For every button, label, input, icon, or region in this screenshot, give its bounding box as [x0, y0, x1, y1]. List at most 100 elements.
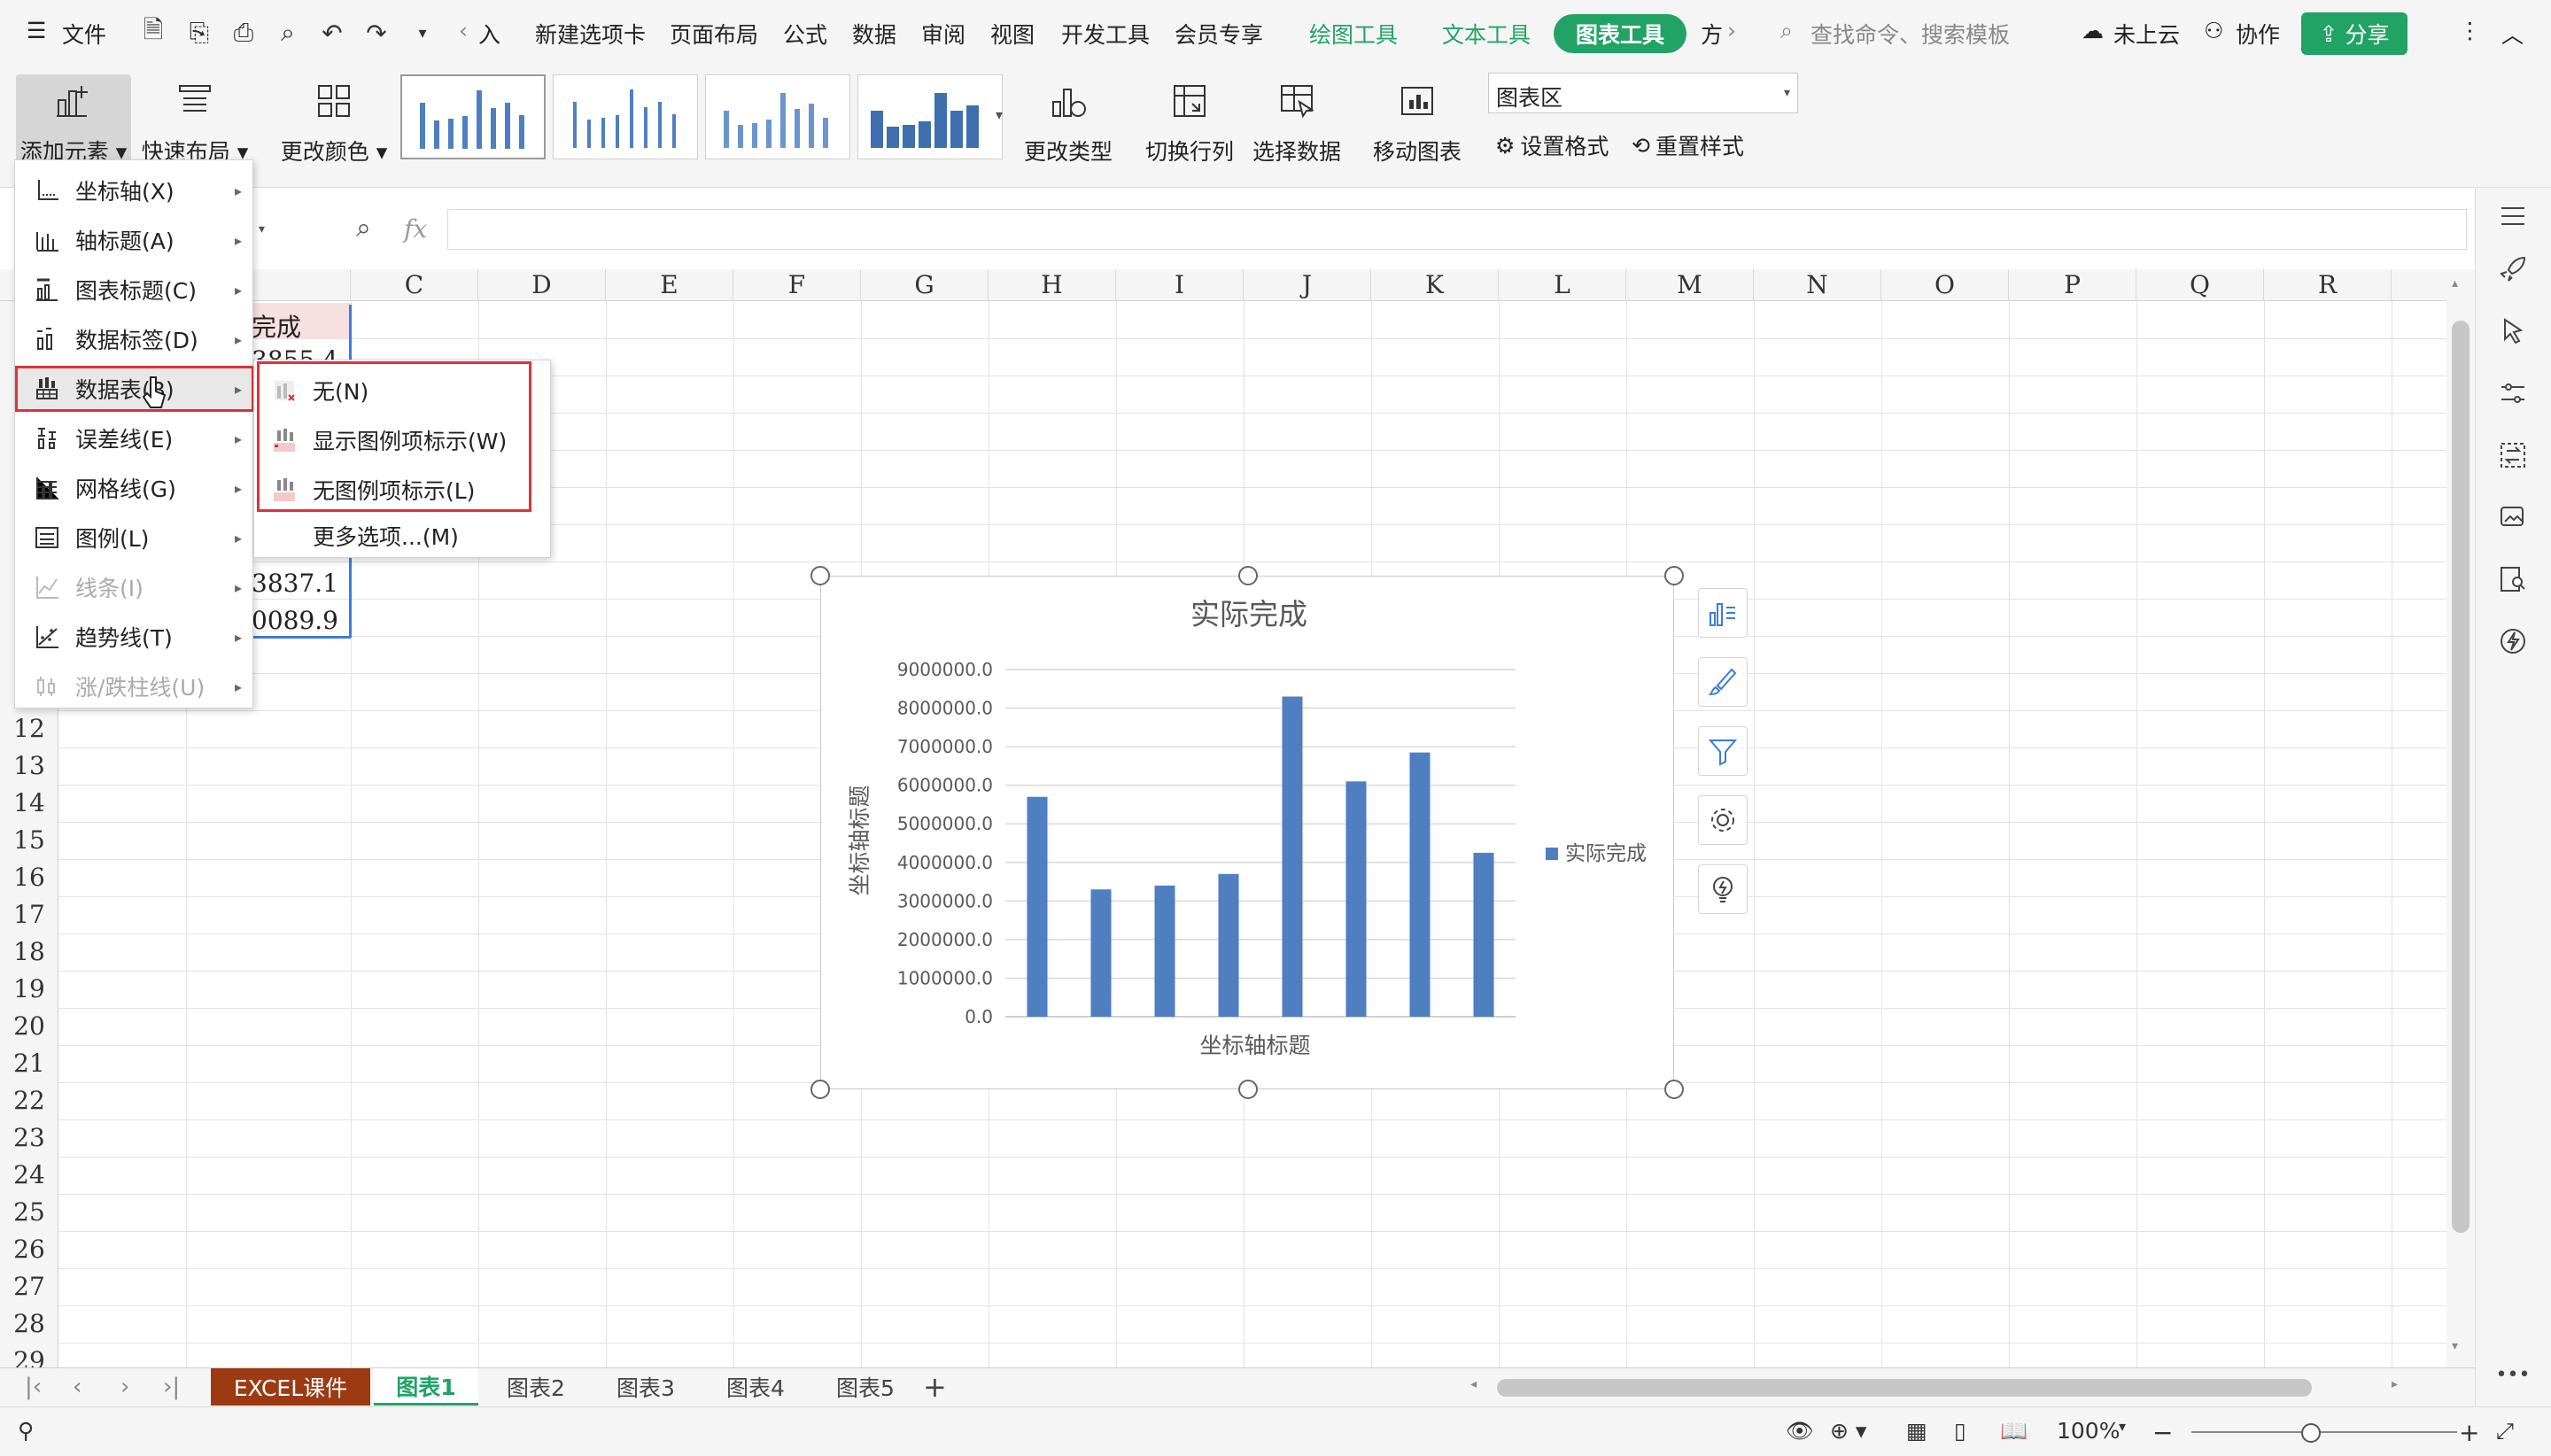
chart-styles-more-icon[interactable]: ▾ [996, 106, 1003, 123]
chart-title[interactable]: 实际完成 [1190, 597, 1307, 631]
tab-view[interactable]: 视图 [990, 18, 1035, 50]
chart-bar[interactable] [1027, 796, 1048, 1017]
smart-suggest-button[interactable] [1698, 864, 1748, 914]
first-sheet-icon[interactable]: |‹ [25, 1374, 42, 1400]
chart-style-thumb-1[interactable] [400, 74, 546, 159]
collapse-sidebar-icon[interactable] [2495, 198, 2531, 234]
resize-handle-br[interactable] [1664, 1080, 1684, 1099]
row-19-header[interactable]: 19 [0, 974, 58, 1003]
chart-bar[interactable] [1090, 889, 1112, 1017]
column-o-header[interactable]: O [1881, 269, 2009, 301]
resize-handle-bm[interactable] [1238, 1080, 1258, 1099]
cloud-icon[interactable]: ☁ [2082, 18, 2104, 43]
column-n-header[interactable]: N [1754, 269, 1881, 301]
redo-icon[interactable]: ↷ [361, 18, 392, 48]
resize-handle-tm[interactable] [1238, 566, 1258, 585]
collab-icon[interactable]: ⚇ [2204, 18, 2223, 43]
tab-drawing-tools[interactable]: 绘图工具 [1309, 18, 1398, 50]
column-c-header[interactable]: C [351, 269, 478, 301]
chart-bar[interactable] [1345, 781, 1367, 1017]
row-17-header[interactable]: 17 [0, 900, 58, 929]
column-m-header[interactable]: M [1626, 269, 1754, 301]
name-box-dropdown-icon[interactable]: ▾ [259, 209, 276, 250]
menu-item-gridlines[interactable]: 网格线(G) ▸ [15, 465, 254, 511]
menu-item-data-table[interactable]: 数据表(B) ▸ [15, 366, 254, 412]
row-22-header[interactable]: 22 [0, 1086, 58, 1115]
row-14-header[interactable]: 14 [0, 788, 58, 817]
zoom-formula-icon[interactable]: ⌕ [356, 213, 371, 244]
submenu-item-more-options[interactable]: 更多选项...(M) [254, 511, 552, 561]
zoom-in-icon[interactable]: + [2459, 1418, 2479, 1447]
chart-style-button[interactable] [1698, 657, 1748, 707]
chart-style-thumb-4[interactable] [857, 74, 1003, 159]
row-23-header[interactable]: 23 [0, 1123, 58, 1152]
row-27-header[interactable]: 27 [0, 1272, 58, 1301]
tab-page-layout[interactable]: 页面布局 [670, 18, 758, 50]
column-d-header[interactable]: D [478, 269, 606, 301]
column-g-header[interactable]: G [861, 269, 989, 301]
page-break-view-icon[interactable]: 📖 [2000, 1418, 2028, 1444]
zoom-out-icon[interactable]: − [2152, 1418, 2173, 1447]
swap-icon[interactable] [2495, 438, 2531, 473]
tab-developer[interactable]: 开发工具 [1061, 18, 1150, 50]
menu-item-axis[interactable]: 坐标轴(X) ▸ [15, 167, 254, 213]
tab-truncated-right[interactable]: 方 [1701, 18, 1723, 50]
freeze-view-icon[interactable]: ⊕ ▾ [1830, 1418, 1866, 1444]
fx-icon[interactable]: fx [404, 214, 427, 244]
tab-text-tools[interactable]: 文本工具 [1442, 18, 1531, 50]
row-24-header[interactable]: 24 [0, 1160, 58, 1189]
chart-bar[interactable] [1409, 752, 1431, 1017]
tab-review[interactable]: 审阅 [921, 18, 965, 50]
zoom-slider-handle[interactable] [2301, 1423, 2321, 1443]
menu-item-error-bar[interactable]: 误差线(E) ▸ [15, 415, 254, 461]
book-search-icon[interactable] [2495, 561, 2531, 597]
search-icon[interactable]: ⌕ [1780, 18, 1793, 44]
formula-input[interactable] [447, 209, 2467, 250]
switch-rowcol-button[interactable]: 切换行列 [1141, 74, 1238, 181]
chart-area-combo[interactable]: 图表区 ▾ [1488, 73, 1798, 113]
select-data-button[interactable]: 选择数据 [1247, 74, 1346, 181]
chart-bar[interactable] [1154, 885, 1175, 1017]
row-26-header[interactable]: 26 [0, 1235, 58, 1264]
next-sheet-icon[interactable]: › [120, 1374, 129, 1400]
cloud-status[interactable]: 未上云 [2113, 18, 2180, 50]
cell-b9[interactable]: 0089.9 [252, 606, 338, 635]
horizontal-scroll-thumb[interactable] [1497, 1379, 2312, 1397]
chart-bar[interactable] [1282, 696, 1303, 1017]
vertical-scrollbar[interactable]: ▴ ▾ [2446, 269, 2475, 1367]
chart-style-thumb-3[interactable] [705, 74, 850, 159]
pointer-icon[interactable] [2495, 314, 2531, 349]
column-r-header[interactable]: R [2264, 269, 2392, 301]
menu-item-data-label[interactable]: 数据标签(D) ▸ [15, 316, 254, 362]
scroll-down-icon[interactable]: ▾ [2452, 1339, 2458, 1353]
menu-file[interactable]: 文件 [62, 18, 106, 50]
x-axis-title[interactable]: 坐标轴标题 [1199, 1033, 1310, 1058]
change-type-button[interactable]: 更改类型 [1017, 74, 1120, 181]
search-input[interactable]: 查找命令、搜索模板 [1811, 18, 2010, 50]
sheet-tab-chart3[interactable]: 图表3 [593, 1368, 698, 1406]
sheet-tab-excel[interactable]: EXCEL课件 [211, 1368, 370, 1406]
last-sheet-icon[interactable]: ›| [163, 1374, 180, 1400]
lightning-icon[interactable] [2495, 623, 2531, 659]
tab-new[interactable]: 新建选项卡 [535, 18, 646, 50]
tabs-scroll-left-icon[interactable]: ‹ [459, 18, 468, 43]
reset-style-button[interactable]: ⟲ 重置样式 [1632, 129, 1744, 161]
sheet-tab-chart1[interactable]: 图表1 [374, 1368, 478, 1406]
tab-data[interactable]: 数据 [852, 18, 896, 50]
tab-formulas[interactable]: 公式 [783, 18, 827, 50]
move-chart-button[interactable]: 移动图表 [1368, 74, 1467, 181]
tab-chart-tools[interactable]: 图表工具 [1554, 14, 1686, 53]
menu-item-legend[interactable]: 图例(L) ▸ [15, 515, 254, 561]
chart-elements-button[interactable] [1698, 588, 1748, 638]
cell-b8[interactable]: 3837.1 [252, 569, 338, 598]
chart-style-thumb-2[interactable] [553, 74, 698, 159]
share-button[interactable]: ⇪ 分享 [2301, 12, 2408, 55]
save-icon[interactable]: 🗎 [138, 15, 168, 48]
prev-sheet-icon[interactable]: ‹ [73, 1374, 81, 1400]
menu-item-axis-title[interactable]: 轴标题(A) ▸ [15, 217, 254, 263]
resize-handle-bl[interactable] [810, 1080, 830, 1099]
row-16-header[interactable]: 16 [0, 863, 58, 892]
zoom-level[interactable]: 100% [2057, 1418, 2120, 1444]
hamburger-icon[interactable]: ☰ [27, 18, 46, 43]
fullscreen-icon[interactable]: ⤢ [2496, 1418, 2514, 1444]
